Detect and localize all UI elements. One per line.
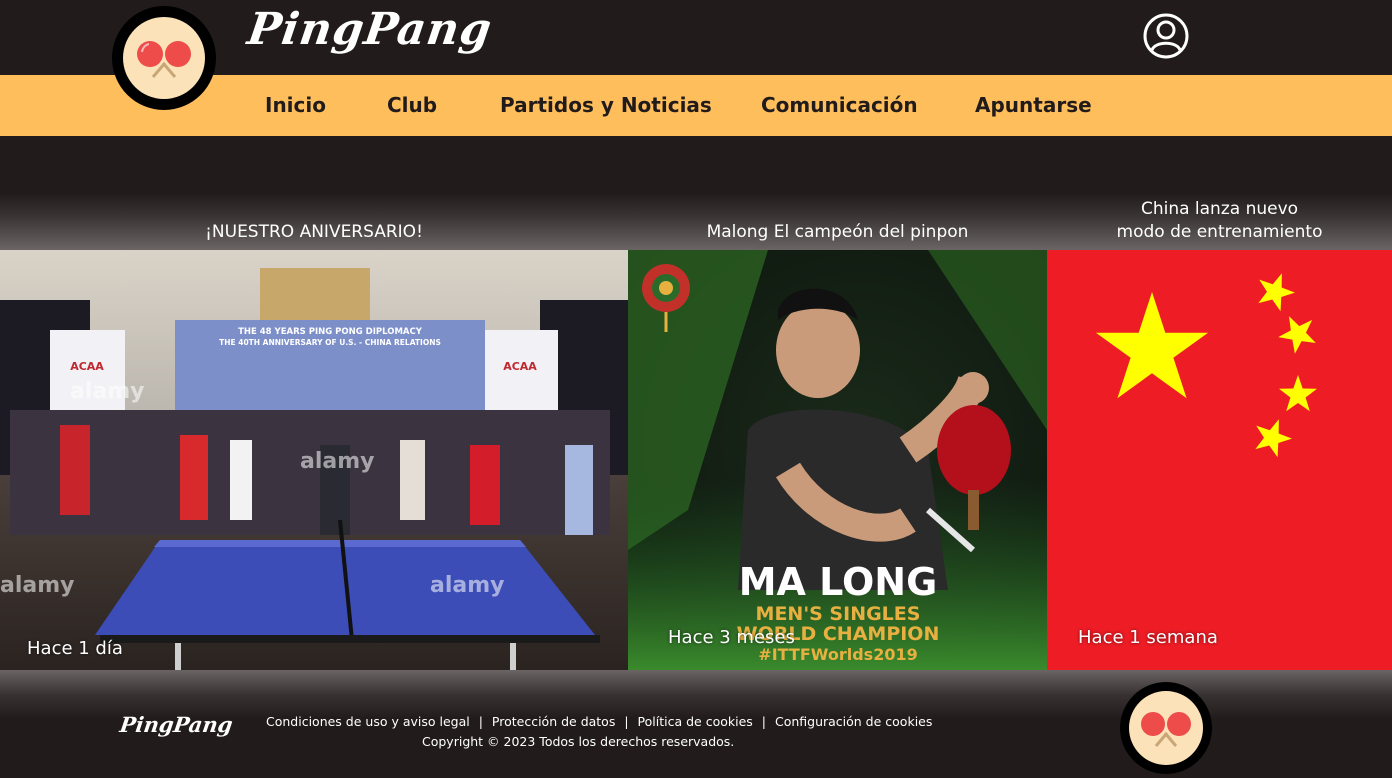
acaa-sign-left: ACAA (70, 360, 104, 373)
watermark-2: alamy (300, 449, 375, 474)
link-separator: | (624, 714, 629, 729)
china-flag-image (1047, 250, 1392, 670)
news-card-malong[interactable]: MA LONG MEN'S SINGLES WORLD CHAMPION #IT… (628, 250, 1047, 670)
overlay-name: MA LONG (739, 560, 938, 604)
news-title-aniversario[interactable]: ¡NUESTRO ANIVERSARIO! (100, 221, 528, 244)
nav-comunicacion[interactable]: Comunicación (761, 93, 918, 117)
watermark-3: alamy (430, 573, 505, 598)
footer-club-logo[interactable] (1120, 682, 1212, 774)
footer-brand-wordmark[interactable]: PingPang (118, 712, 234, 737)
user-account-icon[interactable] (1142, 12, 1190, 60)
banner-line2: THE 40TH ANNIVERSARY OF U.S. - CHINA REL… (219, 338, 441, 347)
link-proteccion-datos[interactable]: Protección de datos (492, 714, 615, 729)
acaa-sign-right: ACAA (503, 360, 537, 373)
nav-partidos-noticias[interactable]: Partidos y Noticias (500, 93, 712, 117)
news-title-china-line2: modo de entrenamiento (1116, 222, 1323, 242)
nav-club[interactable]: Club (387, 93, 437, 117)
ping-pong-paddles-icon (1141, 712, 1191, 747)
watermark-1: alamy (70, 379, 145, 404)
news-title-china-line1: China lanza nuevo (1140, 199, 1299, 219)
ping-pong-paddles-icon (137, 41, 191, 78)
news-card-aniversario[interactable]: THE 48 YEARS PING PONG DIPLOMACY THE 40T… (0, 250, 628, 670)
news-time-malong: Hace 3 meses (668, 627, 795, 648)
club-logo[interactable] (112, 6, 216, 110)
footer: PingPang Condiciones de uso y aviso lega… (0, 670, 1392, 778)
news-title-malong[interactable]: Malong El campeón del pinpon (628, 221, 1047, 244)
news-time-china: Hace 1 semana (1078, 627, 1218, 648)
link-politica-cookies[interactable]: Política de cookies (638, 714, 753, 729)
news-time-aniversario: Hace 1 día (27, 638, 123, 659)
overlay-line1: MEN'S SINGLES (756, 603, 921, 625)
copyright: Copyright © 2023 Todos los derechos rese… (422, 734, 735, 749)
malong-photo: MA LONG MEN'S SINGLES WORLD CHAMPION #IT… (628, 250, 1047, 670)
link-separator: | (478, 714, 483, 729)
watermark-4: alamy (0, 573, 75, 598)
anniversary-photo: THE 48 YEARS PING PONG DIPLOMACY THE 40T… (0, 250, 628, 670)
brand-wordmark[interactable]: PingPang (244, 4, 495, 55)
news-card-china[interactable]: Hace 1 semana (1047, 250, 1392, 670)
nav-inicio[interactable]: Inicio (265, 93, 326, 117)
link-separator: | (761, 714, 766, 729)
footer-legal-links: Condiciones de uso y aviso legal | Prote… (266, 714, 932, 729)
news-title-china[interactable]: China lanza nuevo modo de entrenamiento (1047, 198, 1392, 244)
link-condiciones[interactable]: Condiciones de uso y aviso legal (266, 714, 470, 729)
link-configuracion-cookies[interactable]: Configuración de cookies (775, 714, 932, 729)
nav-apuntarse[interactable]: Apuntarse (975, 93, 1092, 117)
banner-line1: THE 48 YEARS PING PONG DIPLOMACY (238, 327, 423, 337)
